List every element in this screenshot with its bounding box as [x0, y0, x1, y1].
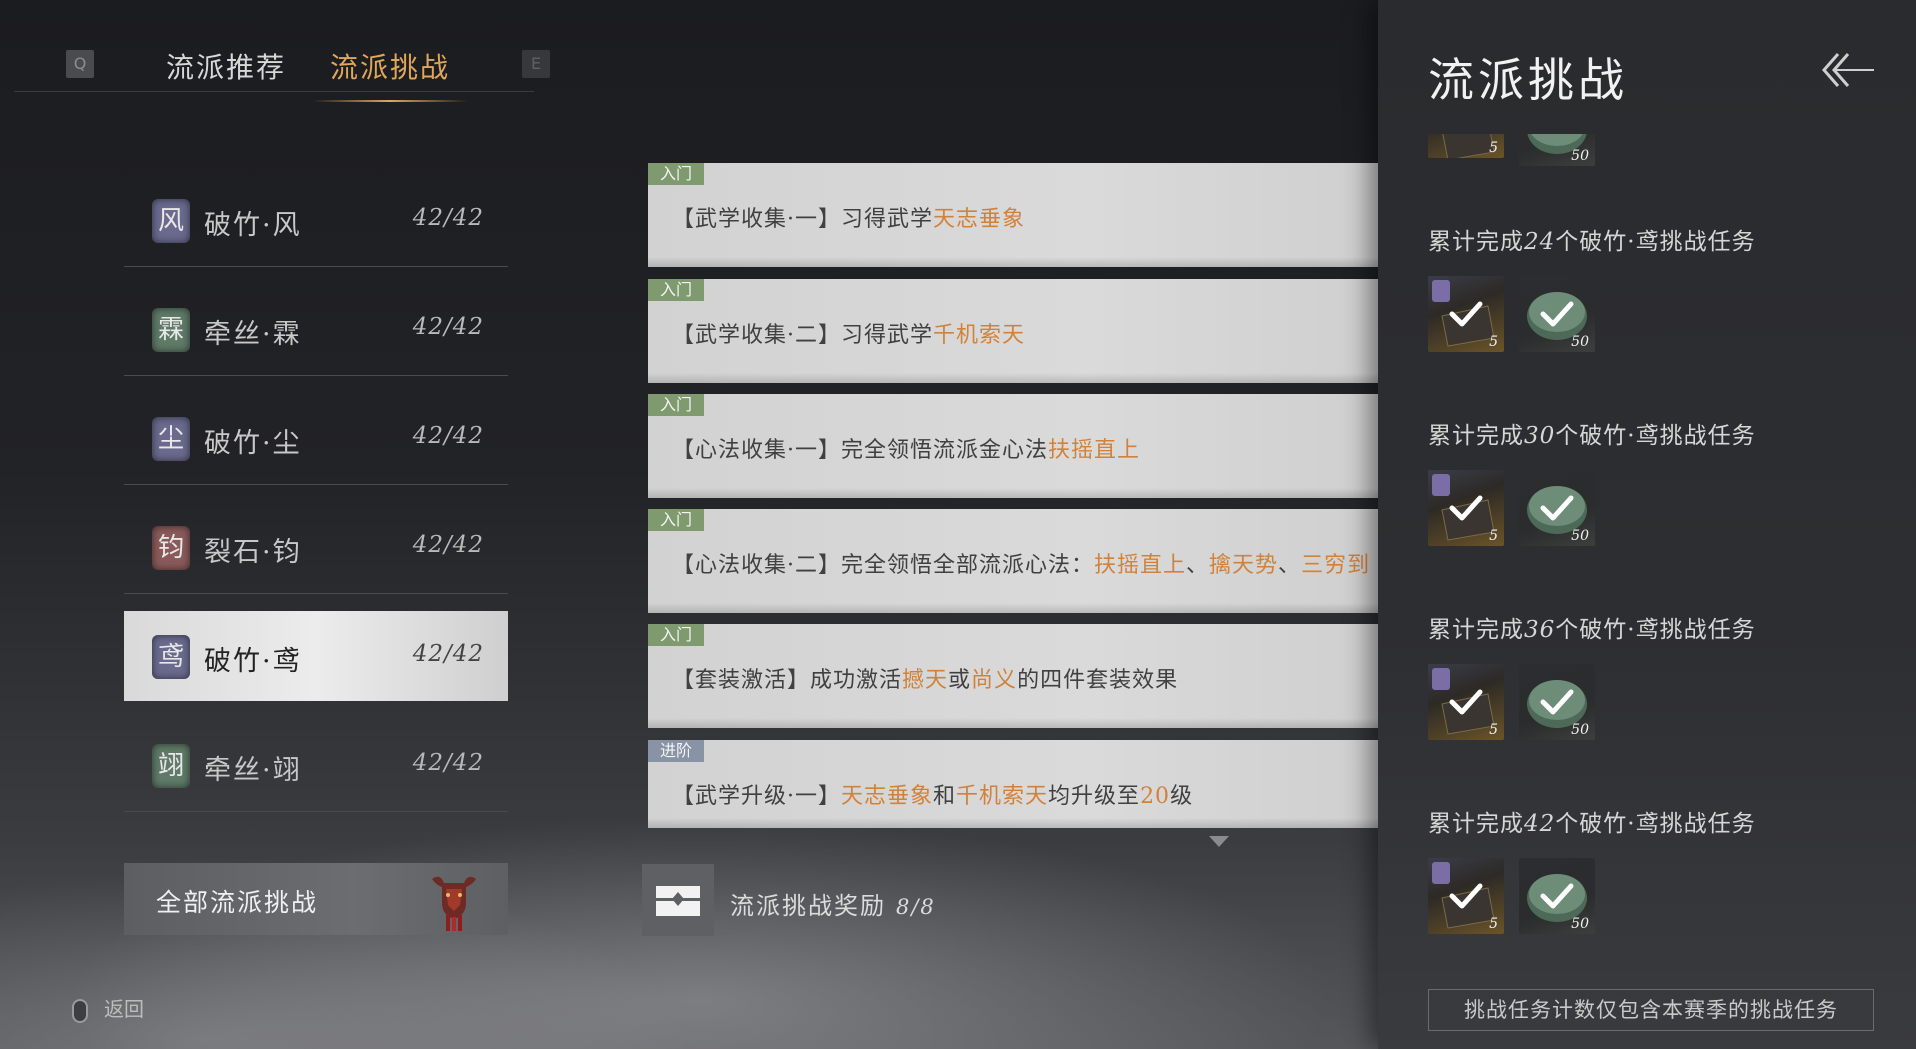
school-name: 破竹·尘: [204, 428, 302, 459]
task-description: 【心法收集·二】完全领悟全部流派心法：扶摇直上、擒天势、三穷到: [672, 553, 1371, 578]
challenge-reward-panel: 流派挑战 5 50 累计完成24个破竹·鸢挑战任务 5 50 累计完成30个破竹·鸢挑战任…: [1378, 0, 1916, 1049]
task-card[interactable]: 入门【心法收集·一】完全领悟流派金心法扶摇直上: [648, 394, 1378, 498]
reward-quantity: 5: [1489, 916, 1498, 932]
task-card[interactable]: 进阶【武学升级·一】天志垂象和千机索天均升级至20级: [648, 740, 1378, 828]
jade-reward-icon[interactable]: 50: [1519, 664, 1595, 740]
task-card[interactable]: 入门【武学收集·二】习得武学千机索天: [648, 279, 1378, 383]
goal-description: 累计完成24个破竹·鸢挑战任务: [1428, 229, 1756, 255]
mouse-icon: [72, 998, 88, 1023]
school-seal-icon: 风: [152, 199, 190, 243]
tab-school-challenge[interactable]: 流派挑战: [311, 46, 469, 102]
school-item[interactable]: 尘破竹·尘 42/42: [124, 393, 508, 485]
school-seal-icon: 霖: [152, 308, 190, 352]
task-card[interactable]: 入门【武学收集·一】习得武学天志垂象: [648, 163, 1378, 267]
chest-icon: [642, 864, 714, 936]
panel-title: 流派挑战: [1428, 53, 1628, 107]
tab-bar: Q 流派推荐 流派挑战 E: [14, 40, 550, 102]
reward-quantity: 5: [1489, 528, 1498, 544]
task-description: 【套装激活】成功激活撼天或尚义的四件套装效果: [672, 668, 1179, 693]
school-count: 42/42: [412, 641, 484, 667]
school-seal-icon: 翊: [152, 744, 190, 788]
jade-reward-icon[interactable]: 50: [1519, 276, 1595, 352]
school-seal-icon: 尘: [152, 417, 190, 461]
school-item[interactable]: 翊牵丝·翊 42/42: [124, 720, 508, 812]
back-label: 返回: [104, 997, 144, 1021]
school-count: 42/42: [412, 314, 484, 340]
school-seal-icon: 鸢: [152, 635, 190, 679]
task-description: 【武学收集·一】习得武学天志垂象: [672, 207, 1026, 232]
school-seal-icon: 钧: [152, 526, 190, 570]
school-name: 牵丝·霖: [204, 319, 302, 350]
task-level-tag: 入门: [648, 509, 705, 531]
school-item[interactable]: 钧裂石·钧 42/42: [124, 502, 508, 594]
reward-quantity: 5: [1489, 140, 1498, 156]
q-key-hint[interactable]: Q: [66, 50, 94, 78]
skill-book-reward-icon[interactable]: 5: [1428, 858, 1504, 934]
task-description: 【心法收集·一】完全领悟流派金心法扶摇直上: [672, 438, 1141, 463]
task-description: 【武学收集·二】习得武学千机索天: [672, 323, 1026, 348]
school-name: 破竹·风: [204, 210, 302, 241]
bull-head-icon: [432, 876, 476, 931]
season-note: 挑战任务计数仅包含本赛季的挑战任务: [1428, 989, 1874, 1031]
challenge-reward-bar[interactable]: 流派挑战奖励 8/8: [642, 864, 1202, 936]
reward-bar-label: 流派挑战奖励 8/8: [730, 892, 936, 920]
task-card[interactable]: 入门【心法收集·二】完全领悟全部流派心法：扶摇直上、擒天势、三穷到: [648, 509, 1378, 613]
jade-reward-icon[interactable]: 50: [1519, 470, 1595, 546]
e-key-hint[interactable]: E: [522, 50, 550, 78]
school-item[interactable]: 鸢破竹·鸢 42/42: [124, 611, 508, 701]
reward-quantity: 50: [1571, 916, 1589, 932]
jade-reward-icon[interactable]: 50: [1519, 858, 1595, 934]
all-challenges-button[interactable]: 全部流派挑战: [124, 863, 508, 935]
school-count: 42/42: [412, 750, 484, 776]
goal-description: 累计完成42个破竹·鸢挑战任务: [1428, 811, 1756, 837]
goal-description: 累计完成36个破竹·鸢挑战任务: [1428, 617, 1756, 643]
reward-quantity: 5: [1489, 334, 1498, 350]
task-level-tag: 入门: [648, 394, 705, 416]
reward-quantity: 50: [1571, 722, 1589, 738]
goal-description: 累计完成30个破竹·鸢挑战任务: [1428, 423, 1756, 449]
reward-quantity: 50: [1571, 148, 1589, 164]
back-button[interactable]: 返回: [72, 993, 144, 1023]
scroll-down-icon[interactable]: [1209, 836, 1229, 847]
school-name: 破竹·鸢: [204, 646, 302, 677]
school-count: 42/42: [412, 205, 484, 231]
reward-quantity: 50: [1571, 334, 1589, 350]
reward-progress: 8/8: [896, 895, 936, 919]
task-level-tag: 入门: [648, 279, 705, 301]
skill-book-reward-icon[interactable]: 5: [1428, 664, 1504, 740]
collapse-panel-icon[interactable]: [1818, 48, 1878, 92]
skill-book-reward-icon[interactable]: 5: [1428, 470, 1504, 546]
reward-quantity: 5: [1489, 722, 1498, 738]
school-item[interactable]: 风破竹·风 42/42: [124, 175, 508, 267]
school-count: 42/42: [412, 423, 484, 449]
task-description: 【武学升级·一】天志垂象和千机索天均升级至20级: [672, 784, 1194, 809]
school-name: 牵丝·翊: [204, 755, 302, 786]
school-name: 裂石·钧: [204, 537, 302, 568]
school-item[interactable]: 霖牵丝·霖 42/42: [124, 284, 508, 376]
task-level-tag: 进阶: [648, 740, 705, 762]
task-level-tag: 入门: [648, 163, 705, 185]
skill-book-reward-icon[interactable]: 5: [1428, 276, 1504, 352]
task-card[interactable]: 入门【套装激活】成功激活撼天或尚义的四件套装效果: [648, 624, 1378, 728]
all-challenges-label: 全部流派挑战: [156, 888, 319, 917]
tab-school-recommend[interactable]: 流派推荐: [166, 46, 286, 86]
reward-quantity: 50: [1571, 528, 1589, 544]
task-level-tag: 入门: [648, 624, 705, 646]
school-count: 42/42: [412, 532, 484, 558]
